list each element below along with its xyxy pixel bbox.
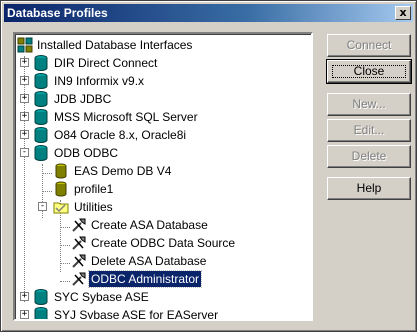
connect-button[interactable]: Connect xyxy=(327,34,411,57)
database-icon xyxy=(34,55,48,71)
tree-item-label: Create ASA Database xyxy=(91,218,208,232)
tree-item-jdb[interactable]: + JDB JDBC xyxy=(15,90,305,108)
database-icon xyxy=(34,91,48,107)
collapse-toggle[interactable]: - xyxy=(38,202,47,211)
tree-item-label: SYJ Sybase ASE for EAServer xyxy=(54,308,219,321)
tree-item-syj[interactable]: + SYJ Sybase ASE for EAServer xyxy=(15,306,305,321)
tree-root-label: Installed Database Interfaces xyxy=(37,38,193,52)
utility-tools-icon xyxy=(72,254,86,268)
database-icon xyxy=(34,289,48,305)
expand-toggle[interactable]: + xyxy=(20,76,29,85)
new-button[interactable]: New... xyxy=(327,93,411,116)
expand-toggle[interactable]: + xyxy=(20,310,29,319)
tree-item-create-asa-database[interactable]: Create ASA Database xyxy=(15,216,305,234)
tree-item-label: profile1 xyxy=(74,182,114,196)
tree-item-delete-asa-database[interactable]: Delete ASA Database xyxy=(15,252,305,270)
edit-button[interactable]: Edit... xyxy=(327,119,411,142)
window-title: Database Profiles xyxy=(7,6,108,20)
expand-toggle[interactable]: + xyxy=(20,292,29,301)
tree-item-profile1[interactable]: profile1 xyxy=(15,180,305,198)
utility-tools-icon xyxy=(72,236,86,250)
tree-item-label: Utilities xyxy=(74,200,113,214)
profile-database-icon xyxy=(55,163,67,179)
tree-item-utilities[interactable]: - Utilities xyxy=(15,198,305,216)
tree-item-o84[interactable]: + O84 Oracle 8.x, Oracle8i xyxy=(15,126,305,144)
database-icon xyxy=(34,109,48,125)
tree-item-dir[interactable]: + DIR Direct Connect xyxy=(15,54,305,72)
focus-rectangle xyxy=(332,65,406,78)
tree-item-label-selected: ODBC Administrator xyxy=(87,270,203,288)
utility-tools-icon xyxy=(72,218,86,232)
folder-icon xyxy=(53,202,69,214)
collapse-toggle[interactable]: - xyxy=(20,148,29,157)
database-icon xyxy=(34,145,48,161)
tree-item-odbc-administrator[interactable]: ODBC Administrator xyxy=(15,270,305,288)
tree-item-label: Delete ASA Database xyxy=(91,254,207,268)
database-profiles-dialog: Database Profiles x Installed Database I… xyxy=(0,0,417,332)
close-button[interactable]: Close xyxy=(326,59,412,84)
tree-item-label: O84 Oracle 8.x, Oracle8i xyxy=(54,128,187,142)
tree-item-label: Create ODBC Data Source xyxy=(91,236,236,250)
help-button[interactable]: Help xyxy=(327,177,411,200)
tree-item-odb[interactable]: - ODB ODBC xyxy=(15,144,305,162)
tree-item-mss[interactable]: + MSS Microsoft SQL Server xyxy=(15,108,305,126)
tree-item-syc[interactable]: + SYC Sybase ASE xyxy=(15,288,305,306)
tree-item-create-odbc-data-source[interactable]: Create ODBC Data Source xyxy=(15,234,305,252)
delete-button[interactable]: Delete xyxy=(327,145,411,168)
utility-tools-icon xyxy=(72,272,86,286)
database-icon xyxy=(34,307,48,319)
tree-item-label: SYC Sybase ASE xyxy=(54,290,149,304)
tree-item-label: JDB JDBC xyxy=(54,92,112,106)
database-icon xyxy=(34,127,48,143)
tree-item-in9[interactable]: + IN9 Informix v9.x xyxy=(15,72,305,90)
database-icon xyxy=(34,73,48,89)
expand-toggle[interactable]: + xyxy=(20,130,29,139)
title-bar[interactable]: Database Profiles x xyxy=(4,4,413,22)
expand-toggle[interactable]: + xyxy=(20,58,29,67)
database-interfaces-icon xyxy=(17,37,33,53)
tree-item-eas-demo-db[interactable]: EAS Demo DB V4 xyxy=(15,162,305,180)
tree-item-label: MSS Microsoft SQL Server xyxy=(54,110,198,124)
tree-item-label: DIR Direct Connect xyxy=(54,56,158,70)
profile-database-icon xyxy=(55,181,67,197)
profile-tree[interactable]: Installed Database Interfaces + DIR Dire… xyxy=(13,32,313,321)
tree-item-label: EAS Demo DB V4 xyxy=(74,164,172,178)
tree-item-label: IN9 Informix v9.x xyxy=(54,74,145,88)
expand-toggle[interactable]: + xyxy=(20,112,29,121)
window-close-button[interactable]: x xyxy=(395,6,411,20)
tree-item-label: ODB ODBC xyxy=(54,146,119,160)
expand-toggle[interactable]: + xyxy=(20,94,29,103)
